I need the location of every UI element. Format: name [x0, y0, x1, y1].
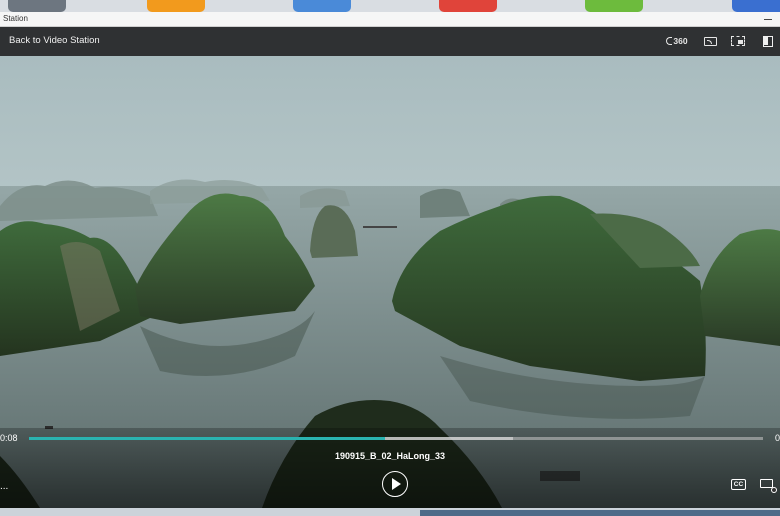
- storage-app-icon[interactable]: [293, 0, 351, 12]
- desktop-icon-strip: [0, 0, 780, 12]
- fullscreen-icon[interactable]: [762, 34, 774, 48]
- closed-captions-button[interactable]: CC: [731, 479, 746, 490]
- app-center-icon[interactable]: [439, 0, 497, 12]
- taskbar-strip: [0, 508, 780, 516]
- file-station-app-icon[interactable]: [147, 0, 205, 12]
- cast-icon[interactable]: [702, 34, 718, 48]
- picture-in-picture-icon[interactable]: [730, 34, 746, 48]
- window-title: Station: [3, 14, 28, 23]
- window-titlebar: Station: [0, 12, 780, 27]
- minimize-button[interactable]: [762, 14, 774, 24]
- player-controls: 0:08 0 190915_B_02_HaLong_33 ... CC: [0, 428, 780, 508]
- seek-played: [29, 437, 385, 440]
- more-options-button[interactable]: ...: [0, 481, 8, 492]
- settings-app-icon[interactable]: [8, 0, 66, 12]
- help-app-icon[interactable]: [585, 0, 643, 12]
- 360-label: 360: [673, 36, 688, 46]
- play-button[interactable]: [382, 471, 408, 497]
- video-settings-icon[interactable]: [760, 479, 777, 493]
- back-to-video-station-link[interactable]: Back to Video Station: [9, 35, 100, 46]
- current-time: 0:08: [0, 433, 18, 443]
- player-top-bar: Back to Video Station 360: [0, 27, 780, 56]
- taskbar-window-indicator[interactable]: [420, 510, 780, 516]
- video-filename: 190915_B_02_HaLong_33: [334, 451, 446, 461]
- desktop-app-icon[interactable]: [732, 0, 780, 12]
- 360-view-icon[interactable]: 360: [662, 34, 692, 48]
- end-time: 0: [774, 433, 780, 443]
- seek-bar[interactable]: [29, 437, 763, 440]
